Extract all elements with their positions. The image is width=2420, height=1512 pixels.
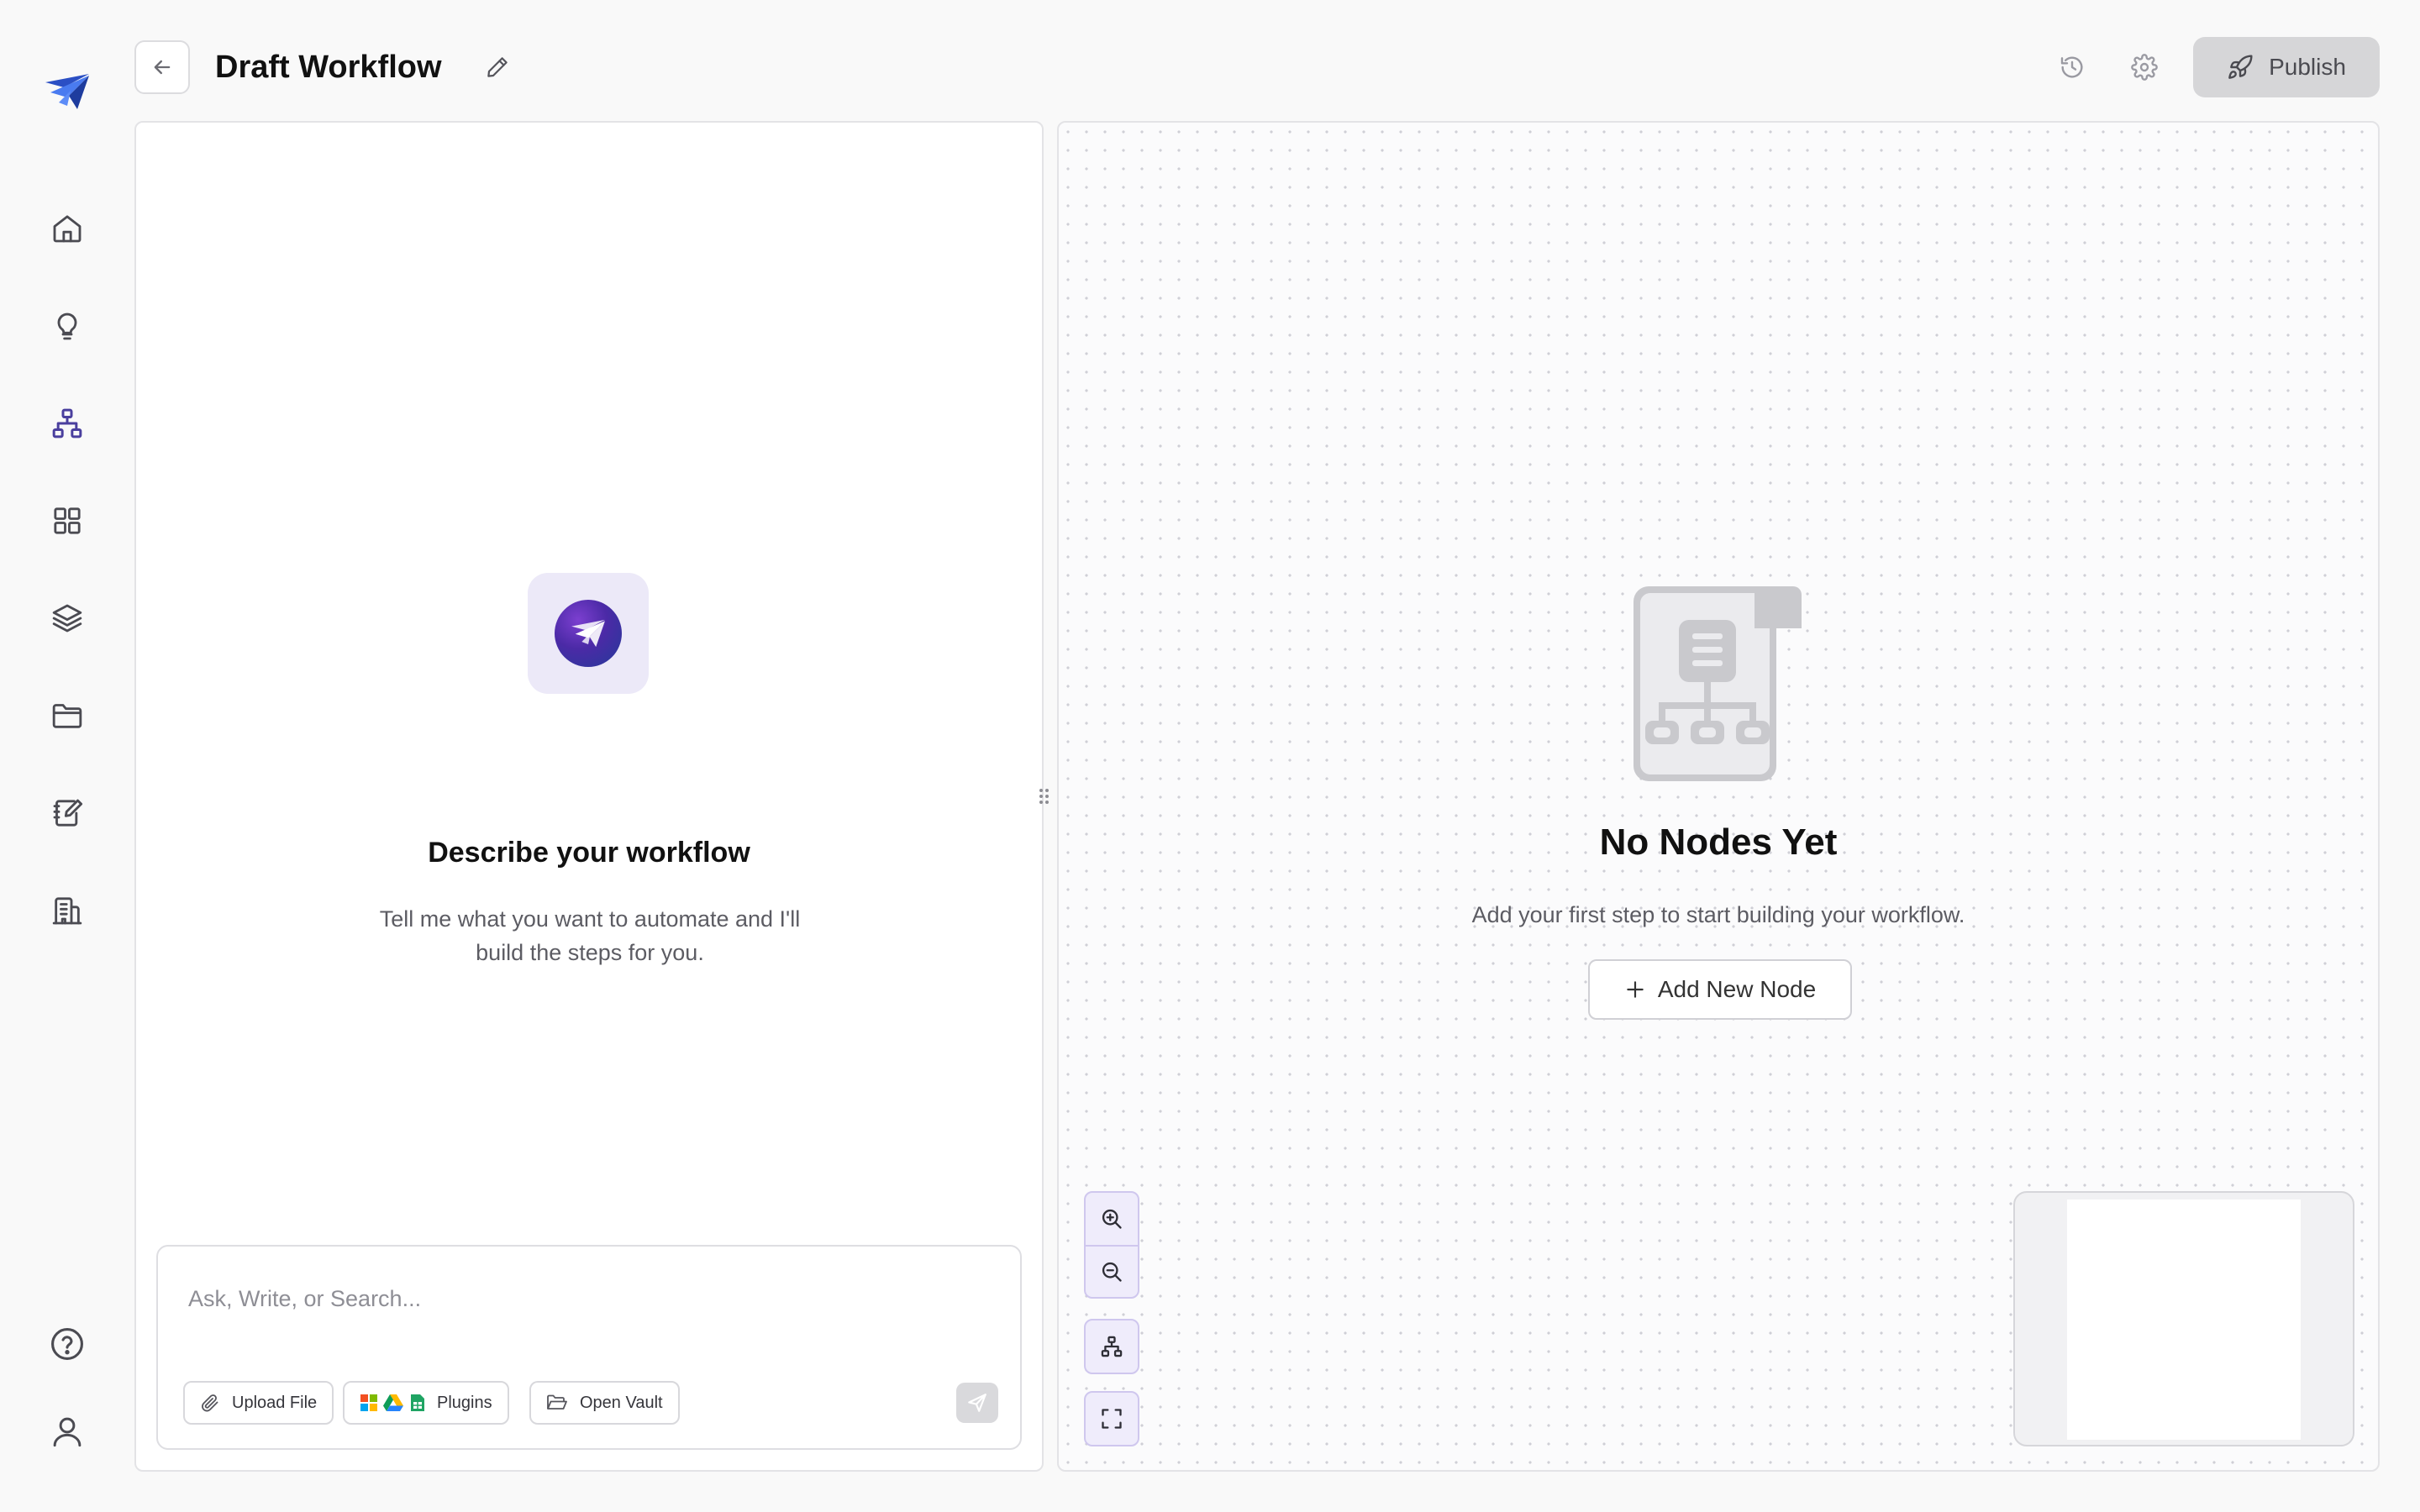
- sidebar-item-layers[interactable]: [42, 593, 92, 643]
- workflow-document-icon: [1628, 583, 1813, 788]
- open-vault-label: Open Vault: [580, 1393, 663, 1412]
- chat-input[interactable]: [188, 1282, 944, 1315]
- folder-open-icon: [546, 1393, 568, 1413]
- arrow-left-icon: [150, 55, 174, 79]
- edit-title-button[interactable]: [479, 49, 516, 86]
- plugins-label: Plugins: [437, 1393, 492, 1412]
- upload-file-button[interactable]: Upload File: [183, 1381, 334, 1425]
- sidebar-item-notes[interactable]: [42, 788, 92, 838]
- publish-button[interactable]: Publish: [2193, 37, 2380, 97]
- send-icon: [966, 1392, 988, 1414]
- user-icon: [50, 1414, 85, 1449]
- chat-composer: Upload File Plugins: [156, 1245, 1022, 1450]
- zoom-out-button[interactable]: [1086, 1245, 1138, 1297]
- fit-view-button[interactable]: [1084, 1391, 1139, 1446]
- chat-heading: Describe your workflow: [428, 837, 750, 869]
- sidebar-item-workflows[interactable]: [42, 398, 92, 449]
- rocket-icon: [2227, 54, 2254, 81]
- sidebar-item-home[interactable]: [42, 203, 92, 254]
- auto-layout-button[interactable]: [1084, 1319, 1139, 1374]
- sidebar-nav: [0, 0, 134, 1512]
- google-sheets-icon: [410, 1394, 425, 1412]
- history-icon: [2059, 54, 2086, 81]
- sidebar-item-ideas[interactable]: [42, 301, 92, 351]
- fullscreen-icon: [1100, 1407, 1123, 1431]
- folder-icon: [50, 699, 84, 732]
- zoom-in-button[interactable]: [1086, 1193, 1138, 1245]
- chat-panel: Describe your workflow Tell me what you …: [134, 121, 1044, 1472]
- workflow-icon: [50, 407, 84, 440]
- notebook-edit-icon: [50, 796, 84, 830]
- help-icon: [49, 1326, 86, 1362]
- zoom-in-icon: [1100, 1207, 1123, 1231]
- microsoft-icon: [360, 1394, 378, 1412]
- gear-icon: [2131, 54, 2158, 81]
- add-node-button[interactable]: Add New Node: [1588, 959, 1852, 1020]
- building-icon: [50, 894, 84, 927]
- sidebar-item-organization[interactable]: [42, 885, 92, 936]
- assistant-avatar: [528, 573, 649, 694]
- zoom-controls: [1084, 1191, 1139, 1299]
- grid-icon: [50, 504, 84, 538]
- pencil-icon: [485, 55, 510, 80]
- paperclip-icon: [200, 1393, 220, 1413]
- sidebar-item-files[interactable]: [42, 690, 92, 741]
- lightbulb-icon: [50, 309, 84, 343]
- settings-button[interactable]: [2124, 47, 2165, 87]
- plugins-button[interactable]: Plugins: [343, 1381, 509, 1425]
- workflow-canvas[interactable]: No Nodes Yet Add your first step to star…: [1057, 121, 2380, 1472]
- sidebar-item-help[interactable]: [42, 1319, 92, 1369]
- home-icon: [50, 212, 84, 245]
- panel-resize-handle[interactable]: [1037, 785, 1050, 808]
- google-drive-icon: [383, 1394, 403, 1412]
- publish-label: Publish: [2269, 54, 2346, 80]
- minimap-viewport[interactable]: [2067, 1200, 2301, 1440]
- back-button[interactable]: [134, 40, 190, 94]
- assistant-logo-icon: [555, 600, 622, 667]
- send-button[interactable]: [956, 1383, 998, 1423]
- chat-subtext: Tell me what you want to automate and I'…: [379, 906, 801, 965]
- empty-state-subtitle: Add your first step to start building yo…: [1471, 902, 1965, 927]
- page-title: Draft Workflow: [215, 50, 442, 85]
- sidebar-item-profile[interactable]: [42, 1406, 92, 1457]
- open-vault-button[interactable]: Open Vault: [529, 1381, 680, 1425]
- history-button[interactable]: [2052, 47, 2092, 87]
- upload-file-label: Upload File: [232, 1393, 318, 1412]
- empty-state-title: No Nodes Yet: [1599, 822, 1838, 863]
- zoom-out-icon: [1100, 1260, 1123, 1284]
- sidebar-item-apps[interactable]: [42, 496, 92, 546]
- hierarchy-icon: [1100, 1335, 1123, 1358]
- app-logo-icon[interactable]: [42, 71, 92, 113]
- layers-icon: [50, 601, 84, 635]
- canvas-minimap[interactable]: [2013, 1191, 2354, 1446]
- plus-icon: [1624, 979, 1646, 1000]
- add-node-label: Add New Node: [1657, 976, 1817, 1002]
